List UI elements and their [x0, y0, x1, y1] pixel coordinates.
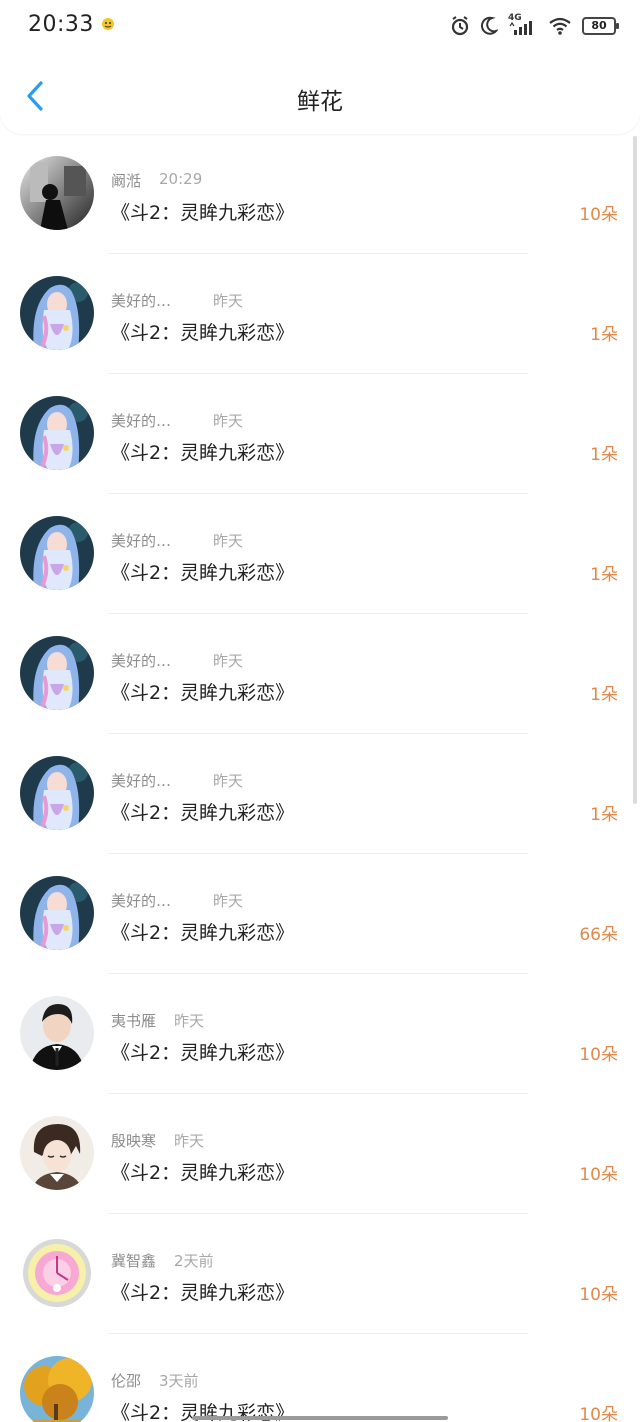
avatar[interactable]: [20, 276, 94, 350]
alarm-icon: [450, 15, 470, 37]
row-meta: 伦邵 3天前: [111, 1370, 199, 1391]
avatar[interactable]: [20, 636, 94, 710]
send-time: 昨天: [174, 1132, 205, 1150]
sender-name[interactable]: 美好的…: [111, 530, 213, 551]
send-time: 昨天: [213, 652, 244, 670]
flower-count: 1朵: [590, 325, 618, 345]
battery-indicator: 80: [582, 17, 619, 35]
sender-name[interactable]: 冀智鑫: [111, 1250, 156, 1271]
sender-name[interactable]: 美好的…: [111, 410, 213, 431]
sender-name[interactable]: 殷映寒: [111, 1130, 156, 1151]
flower-count: 66朵: [579, 925, 618, 945]
flower-count: 10朵: [579, 1045, 618, 1065]
status-bar: 20:33 4G 80: [0, 0, 640, 52]
row-meta: 夷书雁 昨天: [111, 1010, 204, 1031]
row-meta: 美好的… 昨天: [111, 530, 243, 551]
flower-list-item[interactable]: 美好的… 昨天《斗2：灵眸九彩恋》 66朵: [0, 854, 640, 974]
sender-name[interactable]: 伦邵: [111, 1370, 141, 1391]
book-title[interactable]: 《斗2：灵眸九彩恋》: [111, 438, 294, 465]
row-meta: 阚湉 20:29: [111, 170, 202, 191]
sender-name[interactable]: 夷书雁: [111, 1010, 156, 1031]
flower-count: 1朵: [590, 445, 618, 465]
flower-list: 阚湉 20:29 《斗2：灵眸九彩恋》 10朵 美好的… 昨天 《斗2：灵眸九彩恋》 1朵 美好…: [0, 134, 640, 1422]
flower-list-item[interactable]: 夷书雁 昨天《斗2：灵眸九彩恋》 10朵: [0, 974, 640, 1094]
send-time: 昨天: [174, 1012, 205, 1030]
flower-count: 1朵: [590, 685, 618, 705]
book-title[interactable]: 《斗2：灵眸九彩恋》: [111, 678, 294, 705]
avatar[interactable]: [20, 756, 94, 830]
flower-count: 10朵: [579, 1405, 618, 1422]
flower-list-item[interactable]: 美好的… 昨天《斗2：灵眸九彩恋》 1朵: [0, 374, 640, 494]
flower-list-item[interactable]: 美好的… 昨天《斗2：灵眸九彩恋》 1朵: [0, 614, 640, 734]
status-time: 20:33: [28, 12, 94, 37]
book-title[interactable]: 《斗2：灵眸九彩恋》: [111, 1158, 294, 1185]
flower-list-item[interactable]: 伦邵 3天前 《斗2：灵眸九彩恋》 10朵: [0, 1334, 640, 1422]
send-time: 昨天: [213, 892, 244, 910]
book-title[interactable]: 《斗2：灵眸九彩恋》: [111, 558, 294, 585]
row-meta: 殷映寒 昨天: [111, 1130, 204, 1151]
row-meta: 美好的… 昨天: [111, 650, 243, 671]
signal-icon: 4G: [508, 13, 538, 37]
notification-icon: [100, 16, 116, 32]
sender-name[interactable]: 阚湉: [111, 170, 141, 191]
send-time: 20:29: [159, 170, 203, 188]
avatar[interactable]: [20, 156, 94, 230]
flower-list-item[interactable]: 阚湉 20:29 《斗2：灵眸九彩恋》 10朵: [0, 134, 640, 254]
sender-name[interactable]: 美好的…: [111, 650, 213, 671]
flower-list-item[interactable]: 美好的… 昨天《斗2：灵眸九彩恋》 1朵: [0, 734, 640, 854]
book-title[interactable]: 《斗2：灵眸九彩恋》: [111, 798, 294, 825]
screen: 20:33 4G 80 鲜花 阚湉 20:29 《斗2：灵眸九彩恋》 10朵 美…: [0, 0, 640, 1422]
flower-list-item[interactable]: 殷映寒 昨天《斗2：灵眸九彩恋》 10朵: [0, 1094, 640, 1214]
sender-name[interactable]: 美好的…: [111, 770, 213, 791]
flower-count: 1朵: [590, 565, 618, 585]
scrollbar[interactable]: [633, 136, 637, 804]
send-time: 昨天: [213, 412, 244, 430]
flower-list-item[interactable]: 美好的… 昨天《斗2：灵眸九彩恋》 1朵: [0, 254, 640, 374]
navigation-header: 鲜花: [0, 52, 640, 134]
flower-count: 10朵: [579, 1285, 618, 1305]
book-title[interactable]: 《斗2：灵眸九彩恋》: [111, 1038, 294, 1065]
moon-icon: [480, 15, 500, 37]
flower-list-item[interactable]: 冀智鑫 2天前《斗2：灵眸九彩恋》 10朵: [0, 1214, 640, 1334]
send-time: 3天前: [159, 1372, 199, 1390]
avatar[interactable]: [20, 876, 94, 950]
wifi-icon: [548, 15, 572, 37]
row-meta: 冀智鑫 2天前: [111, 1250, 214, 1271]
flower-count: 10朵: [579, 205, 618, 225]
book-title[interactable]: 《斗2：灵眸九彩恋》: [111, 1278, 294, 1305]
send-time: 昨天: [213, 292, 244, 310]
avatar[interactable]: [20, 396, 94, 470]
send-time: 2天前: [174, 1252, 214, 1270]
page-title: 鲜花: [297, 89, 343, 115]
avatar[interactable]: [20, 516, 94, 590]
avatar[interactable]: [20, 1116, 94, 1190]
send-time: 昨天: [213, 532, 244, 550]
flower-list-item[interactable]: 美好的… 昨天《斗2：灵眸九彩恋》 1朵: [0, 494, 640, 614]
send-time: 昨天: [213, 772, 244, 790]
sender-name[interactable]: 美好的…: [111, 290, 213, 311]
row-meta: 美好的… 昨天: [111, 770, 243, 791]
book-title[interactable]: 《斗2：灵眸九彩恋》: [111, 918, 294, 945]
avatar[interactable]: [20, 1356, 94, 1422]
book-title[interactable]: 《斗2：灵眸九彩恋》: [111, 198, 294, 225]
home-indicator[interactable]: [192, 1416, 448, 1420]
book-title[interactable]: 《斗2：灵眸九彩恋》: [111, 318, 294, 345]
avatar[interactable]: [20, 1236, 94, 1310]
row-meta: 美好的… 昨天: [111, 290, 243, 311]
row-meta: 美好的… 昨天: [111, 890, 243, 911]
flower-count: 1朵: [590, 805, 618, 825]
row-meta: 美好的… 昨天: [111, 410, 243, 431]
sender-name[interactable]: 美好的…: [111, 890, 213, 911]
flower-count: 10朵: [579, 1165, 618, 1185]
status-icons: 4G 80: [450, 13, 619, 38]
avatar[interactable]: [20, 996, 94, 1070]
